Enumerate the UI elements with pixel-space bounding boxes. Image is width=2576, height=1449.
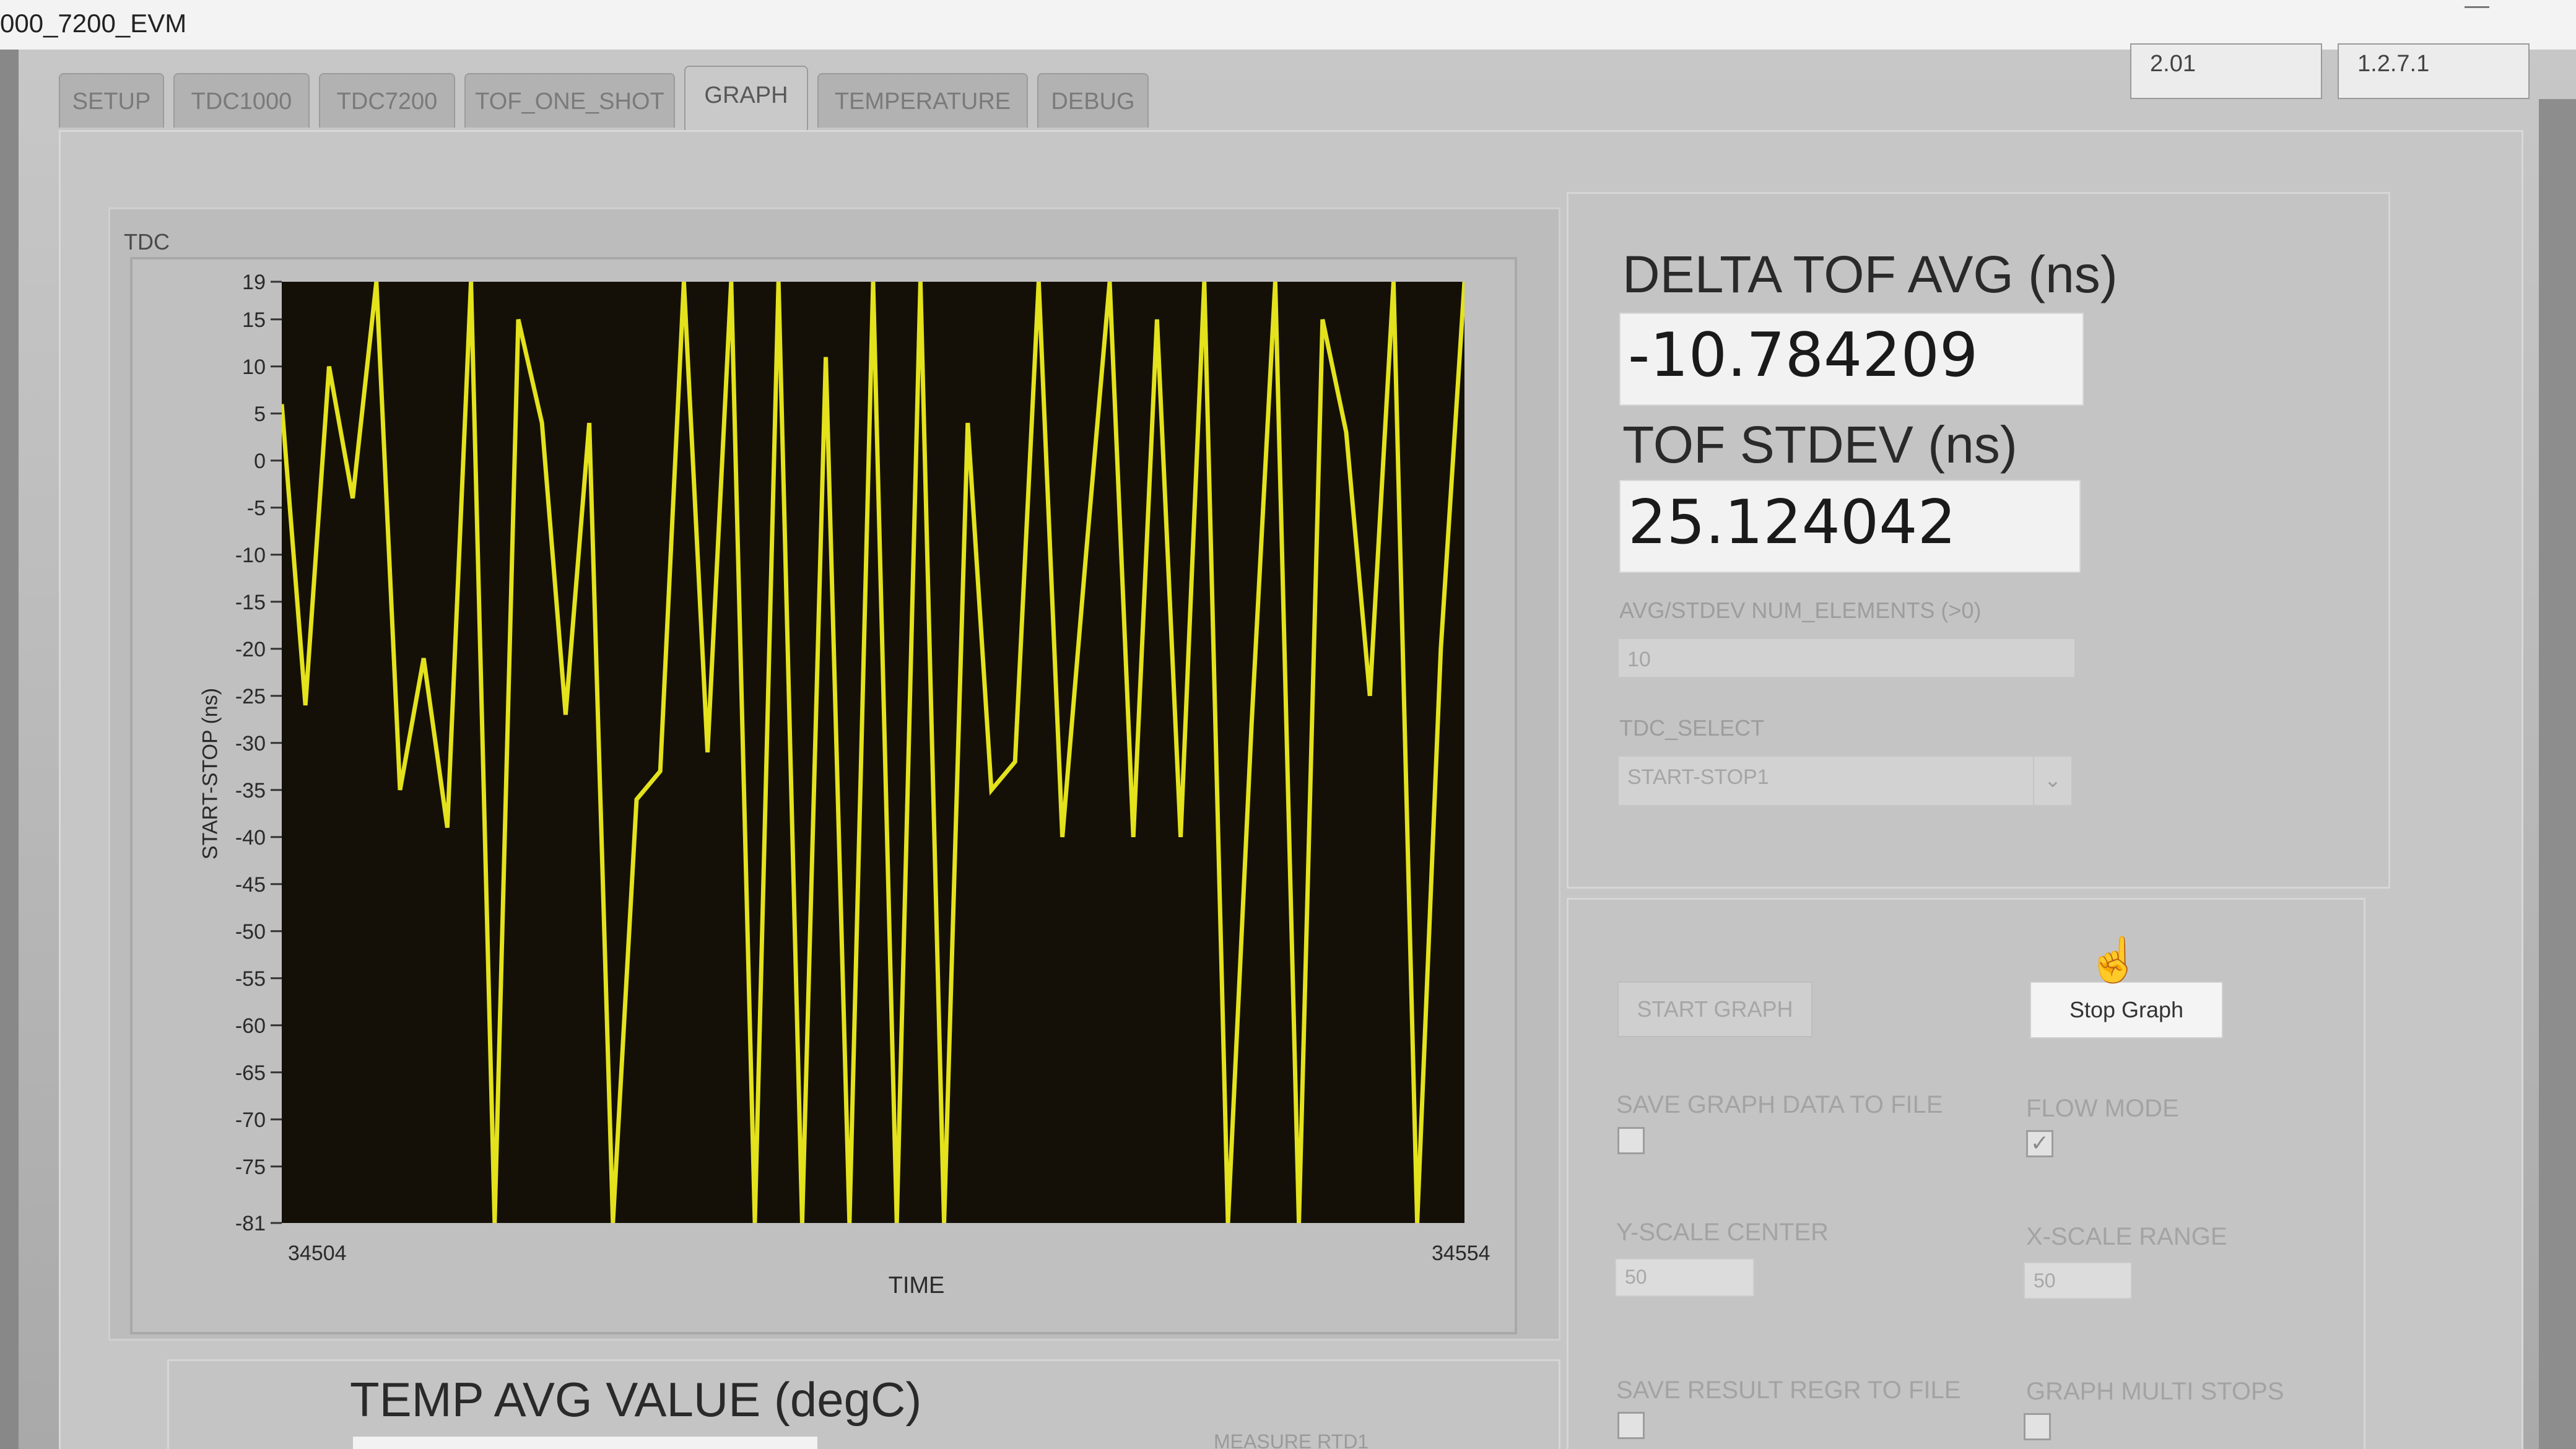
tab-tdc1000[interactable]: TDC1000 <box>173 73 310 128</box>
tab-temperature[interactable]: TEMPERATURE <box>817 73 1028 128</box>
start-graph-button[interactable]: START GRAPH <box>1617 981 1812 1037</box>
tab-graph[interactable]: GRAPH <box>684 66 808 130</box>
delta-tof-label: DELTA TOF AVG (ns) <box>1622 245 2118 303</box>
graph-multi-stops-label: GRAPH MULTI STOPS <box>2026 1378 2284 1405</box>
tdc-select-label: TDC_SELECT <box>1619 715 1765 741</box>
tof-stdev-value: 25.124042 <box>1619 480 2081 573</box>
delta-tof-value: -10.784209 <box>1619 313 2084 406</box>
version-field-left: 2.01 <box>2130 43 2322 99</box>
graph-caption: TDC <box>124 229 170 255</box>
stop-graph-button[interactable]: Stop Graph <box>2030 981 2223 1038</box>
tab-debug[interactable]: DEBUG <box>1037 73 1149 128</box>
num-elements-input[interactable]: 10 <box>1617 638 2076 678</box>
save-result-label: SAVE RESULT REGR TO FILE <box>1616 1377 1961 1404</box>
tab-setup[interactable]: SETUP <box>59 73 164 128</box>
left-bezel <box>0 50 19 1449</box>
x-axis-label: TIME <box>888 1273 945 1299</box>
title-bar: 000_7200_EVM <box>0 0 2576 50</box>
tof-stdev-label: TOF STDEV (ns) <box>1622 416 2017 474</box>
save-graph-label: SAVE GRAPH DATA TO FILE <box>1616 1091 1943 1118</box>
temp-avg-label: TEMP AVG VALUE (degC) <box>350 1372 922 1427</box>
graph-frame <box>130 257 1517 1334</box>
y-scale-input[interactable]: 50 <box>1615 1258 1754 1297</box>
tab-tdc7200[interactable]: TDC7200 <box>319 73 455 128</box>
save-graph-checkbox[interactable] <box>1617 1127 1645 1154</box>
x-tick-min: 34504 <box>288 1242 347 1265</box>
chevron-down-icon[interactable]: ⌄ <box>2033 757 2071 805</box>
measure-rtd-label: MEASURE RTD1 <box>1214 1430 1369 1449</box>
flow-mode-label: FLOW MODE <box>2026 1095 2179 1122</box>
minimize-icon[interactable] <box>2465 0 2489 8</box>
tab-tof-one-shot[interactable]: TOF_ONE_SHOT <box>464 73 675 128</box>
hand-cursor-icon: ☝ <box>2087 936 2141 984</box>
right-bezel <box>2539 99 2576 1449</box>
num-elements-label: AVG/STDEV NUM_ELEMENTS (>0) <box>1619 598 1982 623</box>
temp-avg-value <box>353 1437 817 1449</box>
flow-mode-checkbox[interactable]: ✓ <box>2026 1130 2053 1157</box>
save-result-checkbox[interactable] <box>1617 1412 1645 1439</box>
graph-multi-stops-checkbox[interactable] <box>2024 1413 2051 1440</box>
x-scale-input[interactable]: 50 <box>2024 1262 2132 1299</box>
x-scale-label: X-SCALE RANGE <box>2026 1223 2227 1250</box>
window-title: 000_7200_EVM <box>0 9 187 38</box>
screen: 000_7200_EVM 2.01 1.2.7.1 SETUP TDC1000 … <box>0 0 2576 1449</box>
y-axis-label: START-STOP (ns) <box>198 687 222 860</box>
tdc-select-dropdown[interactable]: START-STOP1 ⌄ <box>1617 755 2073 806</box>
y-scale-label: Y-SCALE CENTER <box>1616 1219 1829 1246</box>
controls-panel <box>1567 898 2365 1449</box>
tdc-select-value: START-STOP1 <box>1627 765 1769 789</box>
x-tick-max: 34554 <box>1432 1242 1490 1265</box>
version-field-right: 1.2.7.1 <box>2338 43 2530 99</box>
